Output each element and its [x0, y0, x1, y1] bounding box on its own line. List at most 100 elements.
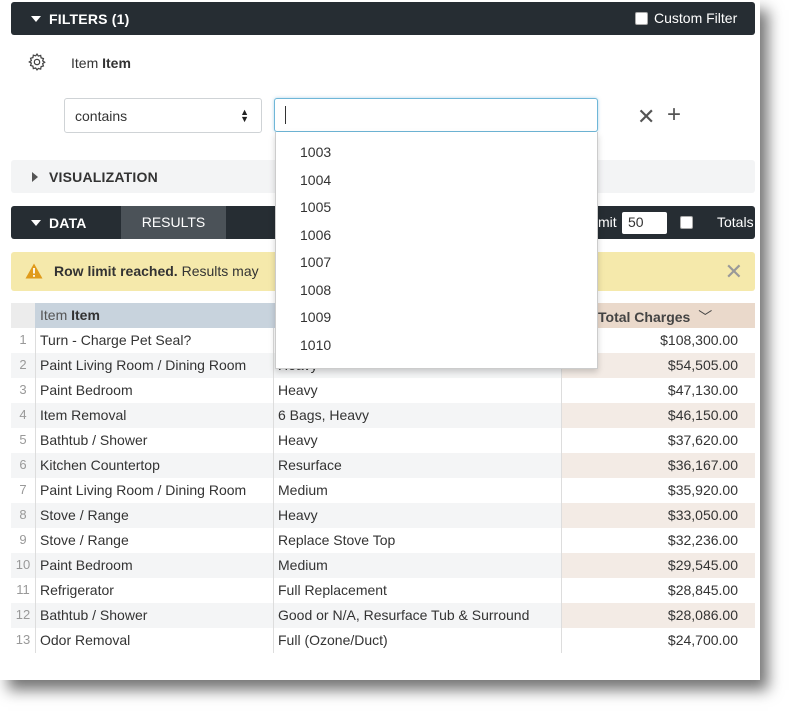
- cell-total-charges: $36,167.00: [562, 453, 755, 478]
- custom-filter-label: Custom Filter: [654, 10, 738, 26]
- cell-item: Bathtub / Shower: [40, 432, 148, 448]
- filter-field-label: Item Item: [71, 55, 131, 71]
- table-row: 3 Paint Bedroom Heavy $47,130.00: [11, 378, 755, 403]
- suggestion-item[interactable]: 1009: [300, 309, 331, 325]
- cell-item: Turn - Charge Pet Seal?: [40, 332, 192, 348]
- warning-icon: [25, 263, 43, 279]
- row-number: 8: [19, 507, 27, 522]
- suggestion-item[interactable]: 1010: [300, 337, 331, 353]
- table-row: 10 Paint Bedroom Medium $29,545.00: [11, 553, 755, 578]
- cell-subitem: Resurface: [278, 457, 342, 473]
- totals-label: Totals: [717, 214, 754, 230]
- filter-view-name: Item: [71, 55, 99, 71]
- visualization-title: VISUALIZATION: [49, 169, 158, 185]
- cell-subitem: Heavy: [278, 432, 318, 448]
- chevron-right-icon[interactable]: [32, 172, 38, 182]
- cell-subitem: Medium: [278, 482, 328, 498]
- cell-item: Kitchen Countertop: [40, 457, 160, 473]
- cell-total-charges: $33,050.00: [562, 503, 755, 528]
- warning-message: Row limit reached. Results may: [54, 263, 259, 279]
- tab-results[interactable]: RESULTS: [121, 206, 226, 239]
- cell-total-charges: $35,920.00: [562, 478, 755, 503]
- cell-total-charges: $46,150.00: [562, 403, 755, 428]
- table-row: 9 Stove / Range Replace Stove Top $32,236.0…: [11, 528, 755, 553]
- cell-subitem: Good or N/A, Resurface Tub & Surround: [278, 607, 530, 623]
- row-number: 5: [19, 432, 27, 447]
- warning-text: Results may: [181, 263, 259, 279]
- row-limit-label: mit: [598, 214, 617, 230]
- suggestion-item[interactable]: 1006: [300, 227, 331, 243]
- row-number: 3: [19, 382, 27, 397]
- cell-item: Paint Bedroom: [40, 557, 133, 573]
- cell-subitem: Full (Ozone/Duct): [278, 632, 388, 648]
- cell-item: Stove / Range: [40, 532, 129, 548]
- chevron-down-icon[interactable]: [31, 16, 41, 22]
- header-charges-label: Total Charges: [598, 309, 691, 325]
- row-number: 9: [19, 532, 27, 547]
- table-row: 13 Odor Removal Full (Ozone/Duct) $24,700.0…: [11, 628, 755, 653]
- cell-subitem: Heavy: [278, 382, 318, 398]
- row-number: 11: [16, 582, 30, 597]
- sort-desc-icon[interactable]: ﹀: [698, 309, 712, 325]
- cell-total-charges: $37,620.00: [562, 428, 755, 453]
- column-divider: [561, 328, 562, 653]
- data-tab[interactable]: DATA: [49, 215, 87, 231]
- cell-total-charges: $29,545.00: [562, 553, 755, 578]
- totals-checkbox[interactable]: [680, 216, 693, 229]
- row-number: 12: [15, 607, 31, 622]
- table-row: 5 Bathtub / Shower Heavy $37,620.00: [11, 428, 755, 453]
- cell-item: Bathtub / Shower: [40, 607, 148, 623]
- remove-filter-icon[interactable]: ✕: [637, 104, 655, 130]
- row-number: 13: [15, 632, 31, 647]
- chevron-down-icon[interactable]: [31, 220, 41, 226]
- suggestions-dropdown: 1003 1004 1005 1006 1007 1008 1009 1010: [275, 132, 598, 369]
- table-row: 12 Bathtub / Shower Good or N/A, Resurface…: [11, 603, 755, 628]
- table-row: 11 Refrigerator Full Replacement $28,845.00: [11, 578, 755, 603]
- row-number: 10: [15, 557, 31, 572]
- row-number: 1: [19, 332, 27, 347]
- row-number: 2: [19, 357, 27, 372]
- suggestion-item[interactable]: 1003: [300, 144, 331, 160]
- header-field-name: Item: [71, 307, 100, 323]
- row-number: 6: [19, 457, 27, 472]
- column-divider: [273, 328, 274, 653]
- table-row: 8 Stove / Range Heavy $33,050.00: [11, 503, 755, 528]
- cell-item: Paint Living Room / Dining Room: [40, 357, 247, 373]
- table-row: 7 Paint Living Room / Dining Room Medium $3…: [11, 478, 755, 503]
- column-header-item[interactable]: Item Item: [35, 303, 273, 328]
- cell-item: Paint Bedroom: [40, 382, 133, 398]
- table-row: 4 Item Removal 6 Bags, Heavy $46,150.00: [11, 403, 755, 428]
- filters-section-header[interactable]: FILTERS (1) Custom Filter: [11, 2, 755, 35]
- suggestion-item[interactable]: 1004: [300, 172, 331, 188]
- header-view-name: Item: [40, 307, 68, 323]
- cell-total-charges: $32,236.00: [562, 528, 755, 553]
- row-limit-input[interactable]: 50: [622, 212, 667, 234]
- suggestion-item[interactable]: 1008: [300, 282, 331, 298]
- cell-subitem: Heavy: [278, 507, 318, 523]
- select-arrows-icon: ▲ ▼: [240, 107, 249, 124]
- cell-total-charges: $47,130.00: [562, 378, 755, 403]
- cell-subitem: 6 Bags, Heavy: [278, 407, 370, 423]
- cell-item: Stove / Range: [40, 507, 129, 523]
- cell-subitem: Medium: [278, 557, 328, 573]
- cell-subitem: Full Replacement: [278, 582, 387, 598]
- cell-item: Paint Living Room / Dining Room: [40, 482, 247, 498]
- row-number: 7: [19, 482, 27, 497]
- filters-title: FILTERS (1): [49, 11, 130, 27]
- cell-subitem: Replace Stove Top: [278, 532, 396, 548]
- close-icon[interactable]: ✕: [725, 259, 743, 285]
- cell-item: Odor Removal: [40, 632, 131, 648]
- table-row: 6 Kitchen Countertop Resurface $36,167.00: [11, 453, 755, 478]
- warning-bold: Row limit reached.: [54, 263, 178, 279]
- filter-value-input[interactable]: [274, 98, 598, 132]
- row-number: 4: [19, 407, 27, 422]
- filter-operator-select[interactable]: contains ▲ ▼: [64, 98, 262, 133]
- add-filter-icon[interactable]: +: [667, 101, 681, 129]
- gear-icon[interactable]: [27, 52, 47, 72]
- cell-item: Item Removal: [40, 407, 127, 423]
- suggestion-item[interactable]: 1005: [300, 199, 331, 215]
- filter-field-name: Item: [102, 55, 131, 71]
- text-cursor: [285, 106, 286, 124]
- custom-filter-checkbox[interactable]: [635, 12, 648, 25]
- suggestion-item[interactable]: 1007: [300, 254, 331, 270]
